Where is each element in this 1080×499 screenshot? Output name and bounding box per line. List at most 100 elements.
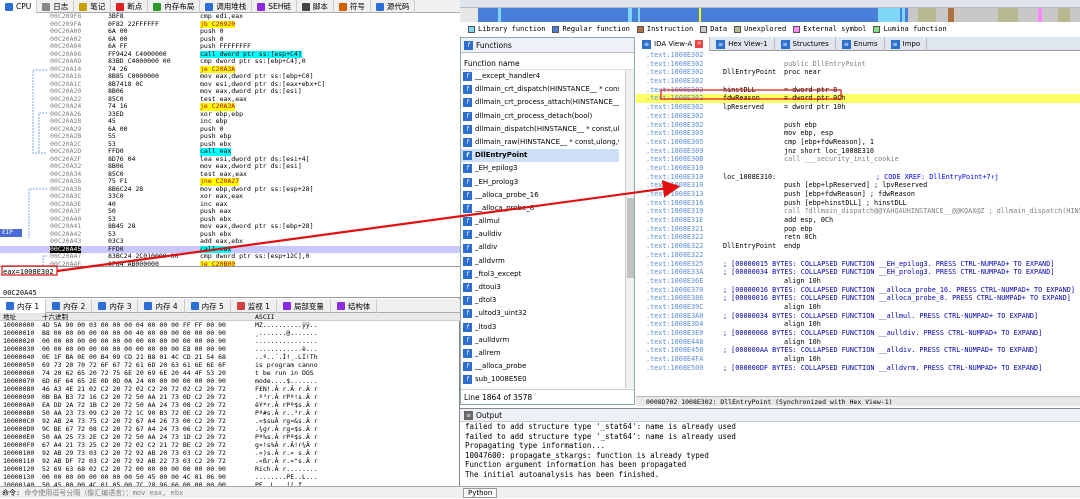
code-line[interactable]: .text:1008E319 call ?dllmain_dispatch@@YA… [636, 207, 1080, 216]
dump-row[interactable]: 100000B0 50 AA 23 73 09 C2 20 72 1C 90 B3… [0, 409, 460, 417]
memory-tab-7[interactable]: 结构体 [331, 299, 378, 313]
function-item[interactable]: f _allrem [461, 347, 619, 360]
function-item[interactable]: f _dtol3 [461, 294, 619, 307]
close-icon[interactable]: × [695, 40, 704, 48]
code-line[interactable]: .text:1008E302 hinstDLL = dword ptr 8 [636, 86, 1080, 95]
function-list[interactable]: f __except_handler4 f dllmain_crt_dispatch(… [461, 70, 634, 387]
code-line[interactable]: .text:1008E322 DllEntryPoint endp [636, 242, 1080, 251]
code-line[interactable]: .text:1008E36E align 10h [636, 277, 1080, 286]
debugger-tab-8[interactable]: 符号 [334, 0, 371, 13]
code-line[interactable]: .text:1008E310 push [ebp+lpReserved] ; lp… [636, 181, 1080, 190]
memory-tab-1[interactable]: 内存 2 [46, 299, 93, 313]
command-bar[interactable]: 命令: 命令使用逗号分隔（像汇编语言）：mov eax, ebx [0, 486, 460, 498]
code-line[interactable]: .text:1008E500 ; [000000DF BYTES: COLLAPS… [636, 364, 1080, 373]
function-item[interactable]: f _ftol3_except [461, 268, 619, 281]
debugger-tab-3[interactable]: 断点 [111, 0, 149, 13]
function-item[interactable]: f _EH_prolog3 [461, 176, 619, 189]
ida-tab-2[interactable]: ≡ Structures [775, 37, 836, 51]
function-item[interactable]: f sub_1008E5E0 [461, 373, 619, 386]
dump-row[interactable]: 10000080 46 A3 4E 21 02 C2 20 72 02 C2 20… [0, 385, 460, 393]
code-line[interactable]: .text:1008E30B call ___security_init_cook… [636, 155, 1080, 164]
memory-tab-5[interactable]: 监视 1 [231, 299, 277, 313]
dump-row[interactable]: 10000130 00 00 00 00 00 00 00 00 50 45 00… [0, 473, 460, 481]
function-item[interactable]: f _alldiv [461, 241, 619, 254]
code-line[interactable]: .text:1008E31E add esp, 0Ch [636, 216, 1080, 225]
code-line[interactable]: .text:1008E303 mov ebp, esp [636, 129, 1080, 138]
debugger-tab-0[interactable]: CPU [0, 0, 38, 13]
debugger-tab-6[interactable]: SEH链 [252, 0, 297, 13]
code-line[interactable]: .text:1008E3A0 ; [00000034 BYTES: COLLAPS… [636, 312, 1080, 321]
function-item[interactable]: f dllmain_crt_process_attach(HINSTANCE__ … [461, 96, 619, 109]
ida-tab-0[interactable]: ≡ IDA View-A × [636, 37, 711, 51]
dump-row[interactable]: 10000020 00 00 00 00 00 00 00 00 00 00 00… [0, 337, 460, 345]
function-item[interactable]: f dllmain_crt_process_detach(bool) [461, 110, 619, 123]
code-line[interactable]: .text:1008E325 ; [00000015 BYTES: COLLAPS… [636, 260, 1080, 269]
code-line[interactable]: .text:1008E322 [636, 251, 1080, 260]
code-line[interactable]: .text:1008E321 pop ebp [636, 225, 1080, 234]
code-line[interactable]: .text:1008E386 ; [00000016 BYTES: COLLAPS… [636, 294, 1080, 303]
function-item[interactable]: f DllEntryPoint [461, 149, 619, 163]
dump-row[interactable]: 10000070 6D 6F 64 65 2E 0D 0D 0A 24 00 00… [0, 377, 460, 385]
dump-row[interactable]: 100000E0 50 AA 25 73 2E C2 20 72 50 AA 24… [0, 433, 460, 441]
code-line[interactable]: .text:1008E302 push ebp [636, 121, 1080, 130]
function-item[interactable]: f __alloca_probe_16 [461, 189, 619, 202]
code-line[interactable]: .text:1008E302 [636, 51, 1080, 60]
function-list-scrollbar[interactable] [625, 70, 634, 388]
code-line[interactable]: .text:1008E302 DllEntryPoint proc near [636, 68, 1080, 77]
scrollbar-thumb[interactable] [627, 198, 634, 278]
ida-tab-3[interactable]: ≡ Enums [836, 37, 885, 51]
dump-row[interactable]: 10000090 0B BA B3 72 16 C2 20 72 50 AA 21… [0, 393, 460, 401]
ida-tab-1[interactable]: ≡ Hex View-1 [710, 37, 775, 51]
debugger-tab-7[interactable]: 脚本 [297, 0, 334, 13]
function-item[interactable]: f __except_handler4 [461, 70, 619, 83]
code-line[interactable]: .text:1008E450 ; [000000AA BYTES: COLLAPS… [636, 346, 1080, 355]
dump-row[interactable]: 10000110 92 AB DF 72 03 C2 20 72 92 AB 22… [0, 457, 460, 465]
function-item[interactable]: f _ltod3 [461, 321, 619, 334]
memory-tab-6[interactable]: 局部变量 [277, 299, 331, 313]
code-line[interactable]: .text:1008E302 lpReserved = dword ptr 10h [636, 103, 1080, 112]
dump-row[interactable]: 100000A0 EA DD 2A 72 1B C2 20 72 50 AA 24… [0, 401, 460, 409]
debugger-tab-9[interactable]: 源代码 [371, 0, 416, 13]
function-item[interactable]: f __alloca_probe [461, 360, 619, 373]
navigation-band[interactable] [478, 8, 1080, 22]
code-line[interactable]: .text:1008E39C align 10h [636, 303, 1080, 312]
disassembly-view[interactable]: 00C209F8 3BF8 cmp edi,eax 00C209FA 0F82 22FF… [0, 13, 460, 266]
debugger-tab-4[interactable]: 内存布局 [148, 0, 201, 13]
function-item[interactable]: f _EH_epilog3 [461, 162, 619, 175]
debugger-tab-5[interactable]: 调用堆栈 [200, 0, 253, 13]
dump-row[interactable]: 10000030 00 00 00 00 00 00 00 00 00 00 00… [0, 345, 460, 353]
code-line[interactable]: .text:1008E302 public DllEntryPoint [636, 60, 1080, 69]
code-line[interactable]: .text:1008E310 [636, 164, 1080, 173]
function-item[interactable]: f _dtoui3 [461, 281, 619, 294]
function-item[interactable]: f _aulldvrm [461, 334, 619, 347]
function-item[interactable]: f _aulldiv [461, 228, 619, 241]
dump-row[interactable]: 10000050 69 73 20 70 72 6F 67 72 61 6D 20… [0, 361, 460, 369]
code-line[interactable]: .text:1008E302 fdwReason = dword ptr 0Ch [636, 94, 1080, 104]
dump-row[interactable]: 10000060 74 20 62 65 20 72 75 6E 20 69 6E… [0, 369, 460, 377]
code-line[interactable]: .text:1008E370 ; [00000016 BYTES: COLLAPS… [636, 286, 1080, 295]
python-button[interactable]: Python [463, 488, 498, 498]
code-line[interactable]: .text:1008E313 push [ebp+fdwReason] ; fdw… [636, 190, 1080, 199]
memory-tab-4[interactable]: 内存 5 [185, 299, 231, 313]
code-line[interactable]: .text:1008E316 push [ebp+hinstDLL] ; hins… [636, 199, 1080, 208]
dump-row[interactable]: 100000F0 67 A4 21 73 25 C2 20 72 02 C2 21… [0, 441, 460, 449]
dump-row[interactable]: 100000C0 92 AB 24 73 75 C2 20 72 67 A4 26… [0, 417, 460, 425]
code-line[interactable]: .text:1008E33A ; [00000034 BYTES: COLLAPS… [636, 268, 1080, 277]
function-item[interactable]: f _ultod3_uint32 [461, 307, 619, 320]
dump-row[interactable]: 10000000 4D 5A 90 00 03 00 00 00 04 00 00… [0, 321, 460, 329]
memory-tab-3[interactable]: 内存 4 [138, 299, 185, 313]
function-item[interactable]: f __alloca_probe_8 [461, 202, 619, 215]
ida-view-a-listing[interactable]: .text:1008E302 .text:1008E302 public DllEn… [636, 51, 1080, 402]
command-input[interactable]: 命令使用逗号分隔（像汇编语言）：mov eax, ebx [24, 489, 183, 497]
memory-tab-2[interactable]: 内存 3 [92, 299, 139, 313]
dump-row[interactable]: 100000D0 9C BE 67 72 08 C2 20 72 67 A4 24… [0, 425, 460, 433]
code-line[interactable]: .text:1008E3E0 ; [00000068 BYTES: COLLAPS… [636, 329, 1080, 338]
code-line[interactable]: .text:1008E3D4 align 10h [636, 320, 1080, 329]
memory-tab-0[interactable]: 内存 1 [0, 299, 47, 313]
function-item[interactable]: f dllmain_dispatch(HINSTANCE__ * const,ul… [461, 123, 619, 136]
ida-tab-4[interactable]: ≡ Impo [885, 37, 928, 51]
code-line[interactable]: .text:1008E322 retn 0Ch [636, 233, 1080, 242]
function-name-column-header[interactable]: Function name [461, 57, 634, 70]
dump-row[interactable]: 10000010 B8 00 00 00 00 00 00 00 40 00 00… [0, 329, 460, 337]
debugger-tab-1[interactable]: 日志 [37, 0, 75, 13]
